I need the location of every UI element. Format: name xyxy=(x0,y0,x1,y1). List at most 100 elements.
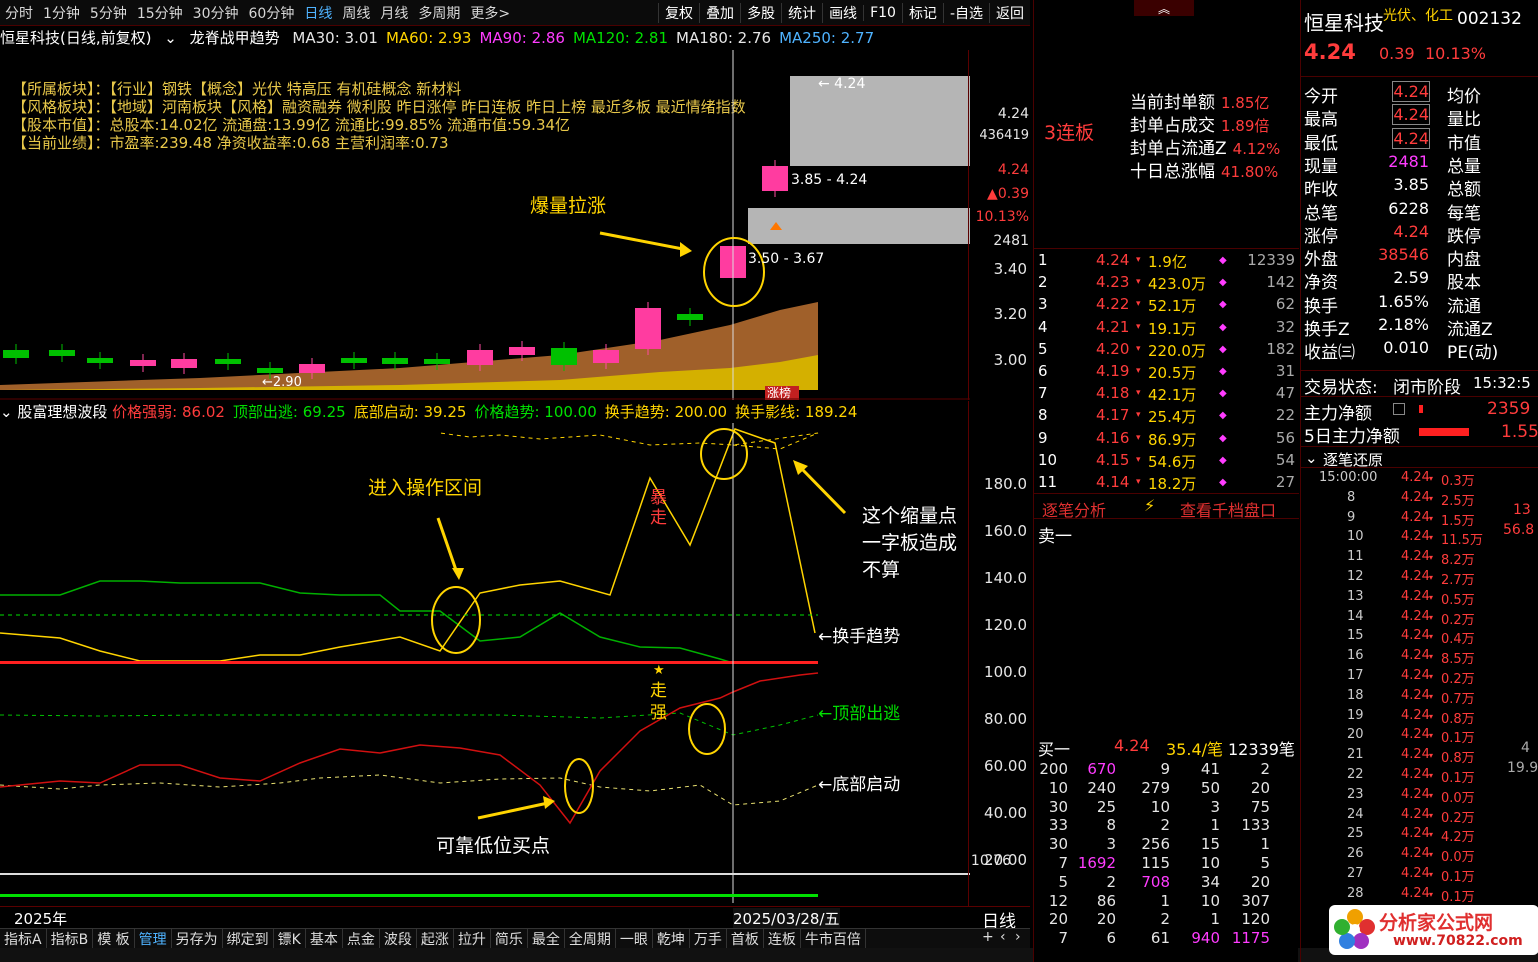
toolbar-button[interactable]: 标记 xyxy=(901,2,943,23)
toggle-icon[interactable] xyxy=(1393,403,1405,415)
indicator-tab[interactable]: 连板 xyxy=(764,928,801,949)
indicator-tab[interactable]: 另存为 xyxy=(172,928,223,949)
tick-time: 19 xyxy=(1347,707,1364,723)
edge-value: 4 xyxy=(1521,740,1530,756)
chevron-down-icon[interactable]: ⌄ xyxy=(164,29,177,47)
indicator-tab[interactable]: 指标B xyxy=(47,928,94,949)
period-tab[interactable]: 多周期 xyxy=(413,3,465,23)
quote-value: 2.18% xyxy=(1378,315,1429,334)
toolbar-button[interactable]: 叠加 xyxy=(699,2,740,23)
tick-volume: 2.7万 xyxy=(1441,573,1475,588)
toolbar-button[interactable]: -自选 xyxy=(942,2,989,23)
indicator-tab[interactable]: 镖K xyxy=(274,928,306,949)
indicator-tab[interactable]: 拉升 xyxy=(454,928,491,949)
diamond-icon: ◆ xyxy=(1219,321,1227,333)
seal-info: 当前封单额 1.85亿 封单占成交 1.89倍 封单占流通Z 4.12% 十日总涨幅 41.8… xyxy=(1130,88,1300,182)
tab-depth-view[interactable]: 查看千档盘口 xyxy=(1180,497,1276,521)
trace-header[interactable]: ⌄ 逐笔还原 xyxy=(1301,446,1538,469)
tick-row: 13 4.24 ▾ 0.5万 xyxy=(1301,589,1538,609)
tick-volume: 2.5万 xyxy=(1441,493,1475,509)
period-tab[interactable]: 15分钟 xyxy=(132,3,188,23)
arrow-head xyxy=(680,242,692,257)
down-triangle-icon: ▾ xyxy=(1429,711,1434,721)
quote-value: 4.24 xyxy=(1393,221,1429,241)
period-tab[interactable]: 5分钟 xyxy=(85,3,132,23)
sub-indicator-chart[interactable]: 进入操作区间 这个缩量点一字板造成不算 可靠低位买点 暴走 走强 ★ ←换手趋势… xyxy=(0,423,970,903)
order-price: 4.17 xyxy=(1096,406,1130,425)
period-tab[interactable]: 月线 xyxy=(375,3,413,23)
arrow-line xyxy=(436,517,459,574)
period-tab[interactable]: 60分钟 xyxy=(244,3,300,23)
toolbar-button[interactable]: 多股 xyxy=(740,2,781,23)
main-kline-chart[interactable]: 涨榜 ← 4.24 3.85 - 4.24 3.50 - 3.67 ←2.90 … xyxy=(0,50,970,400)
order-row: 1 4.24 ▾ 1.9亿 ◆ 12339 xyxy=(1034,251,1299,273)
indicator-tab[interactable]: 模 板 xyxy=(93,928,135,949)
indicator-tab[interactable]: 绑定到 xyxy=(223,928,274,949)
indicator-tab[interactable]: 管理 xyxy=(135,928,172,949)
toolbar-button[interactable]: 复权 xyxy=(658,2,699,23)
indicator-tab[interactable]: 乾坤 xyxy=(653,928,690,949)
indicator-tab[interactable]: 起涨 xyxy=(417,928,454,949)
order-row: 4 4.21 ▾ 19.1万 ◆ 32 xyxy=(1034,318,1299,340)
period-tab[interactable]: 分时 xyxy=(0,3,38,23)
volume-cell: 307 xyxy=(1241,891,1270,910)
candle-body xyxy=(257,368,283,373)
order-row: 9 4.16 ▾ 86.9万 ◆ 56 xyxy=(1034,429,1299,451)
status-label: 交易状态: xyxy=(1304,378,1378,398)
tick-time: 15:00:00 xyxy=(1319,470,1378,485)
toolbar-button[interactable]: F10 xyxy=(863,4,902,21)
toolbar-button[interactable]: 统计 xyxy=(781,2,822,23)
y-tick: 100.0 xyxy=(984,663,1027,681)
indicator-tab[interactable]: 万手 xyxy=(690,928,727,949)
candle-body xyxy=(130,360,156,366)
volume-cell: 50 xyxy=(1200,778,1220,797)
collapse-icon[interactable]: ︽ xyxy=(1134,0,1194,16)
period-tab[interactable]: 1分钟 xyxy=(38,3,85,23)
tick-row: 14 4.24 ▾ 0.2万 xyxy=(1301,609,1538,629)
indicator-tab[interactable]: 点金 xyxy=(343,928,380,949)
plus-icon[interactable]: + xyxy=(982,929,994,945)
volume-cell: 10 xyxy=(1200,854,1220,872)
indicator-tab[interactable]: 波段 xyxy=(380,928,417,949)
period-tab[interactable]: 周线 xyxy=(337,3,375,23)
tick-time: 13 xyxy=(1347,588,1364,604)
indicator-tab[interactable]: 指标A xyxy=(0,928,47,949)
sub-indicator-name[interactable]: 股富理想波段 xyxy=(17,403,107,421)
indicator-name[interactable]: 龙脊战甲趋势 xyxy=(190,29,280,47)
quote-row: 外盘 38546 内盘 xyxy=(1301,245,1538,270)
indicator-tab[interactable]: 牛市百倍 xyxy=(801,928,866,949)
tab-tick-analysis[interactable]: 逐笔分析 xyxy=(1042,497,1106,521)
quote-right-label: 总额 xyxy=(1447,180,1481,201)
tick-price: 4.24 xyxy=(1401,668,1430,683)
quote-value: 38546 xyxy=(1378,245,1429,265)
chevron-down-icon[interactable]: ⌄ xyxy=(0,403,13,421)
period-tab[interactable]: 日线 xyxy=(299,3,337,23)
ma-value: MA120: 2.81 xyxy=(572,29,669,47)
net5-value: 1.55 xyxy=(1501,422,1538,442)
seal-row: 当前封单额 1.85亿 xyxy=(1130,88,1300,113)
quote-panel: 恒星科技 光伏、化工 002132 4.24 0.39 10.13% 今开 4.2… xyxy=(1300,0,1538,962)
order-amount: 25.4万 xyxy=(1148,408,1197,427)
indicator-tab[interactable]: 基本 xyxy=(306,928,343,949)
seal-value: 1.85亿 xyxy=(1221,94,1270,112)
candle-body xyxy=(509,347,535,355)
indicator-tab[interactable]: 一眼 xyxy=(616,928,653,949)
side-value: 4.24 xyxy=(997,162,1029,178)
order-row: 7 4.18 ▾ 42.1万 ◆ 47 xyxy=(1034,384,1299,406)
quote-label: 换手Z xyxy=(1304,320,1350,340)
chevron-down-icon[interactable]: ⌄ xyxy=(1305,449,1318,467)
chevron-left-icon[interactable]: ‹ xyxy=(1000,929,1006,945)
indicator-tab[interactable]: 最全 xyxy=(528,928,565,949)
indicator-tab[interactable]: 全周期 xyxy=(565,928,616,949)
volume-cell: 30 xyxy=(1048,835,1068,854)
period-tab[interactable]: 更多> xyxy=(465,3,515,23)
toolbar-button[interactable]: 画线 xyxy=(822,2,863,23)
order-volume: 22 xyxy=(1275,406,1295,425)
indicator-tab[interactable]: 简乐 xyxy=(491,928,528,949)
indicator-tab[interactable]: 首板 xyxy=(727,928,764,949)
volume-cell: 86 xyxy=(1096,891,1116,910)
candle-body xyxy=(762,166,788,191)
toolbar-button[interactable]: 返回 xyxy=(989,2,1030,23)
period-tab[interactable]: 30分钟 xyxy=(188,3,244,23)
down-triangle-icon: ▾ xyxy=(1429,612,1434,622)
